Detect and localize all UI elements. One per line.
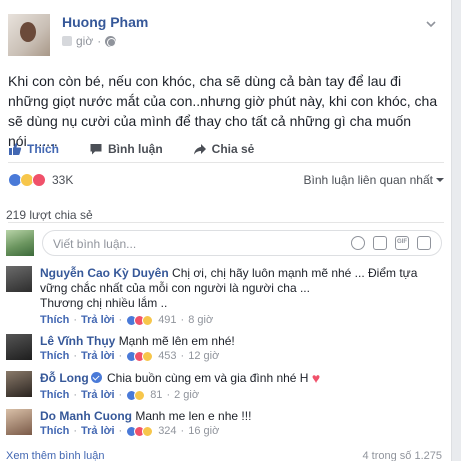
reaction-count[interactable]: 33K	[52, 173, 73, 187]
commenter-avatar[interactable]	[6, 334, 32, 360]
post-meta: giờ ·	[62, 34, 117, 48]
comment-text: Manh me len e nhe !!!	[135, 409, 252, 423]
divider	[8, 222, 444, 223]
comment-reactions-icon[interactable]	[126, 425, 154, 437]
comment-reply-button[interactable]: Trả lời	[81, 425, 115, 437]
comment-text-line2: Thương chị nhiều lắm ..	[40, 296, 168, 310]
commenter-avatar[interactable]	[6, 409, 32, 435]
comment-pagination: 4 trong số 1.275	[362, 450, 442, 461]
blurred-time-number	[62, 36, 72, 46]
commenter-name[interactable]: Lê Vĩnh Thụy	[40, 334, 115, 348]
share-icon	[193, 142, 207, 156]
comment-time[interactable]: 16 giờ	[188, 425, 219, 437]
my-avatar	[6, 230, 34, 256]
post-card: Huong Pham giờ · Khi con còn bé, nếu con…	[0, 0, 452, 461]
comment-reaction-count[interactable]: 324	[158, 425, 176, 437]
gif-icon[interactable]: GIF	[395, 236, 409, 250]
caret-down-icon	[436, 178, 444, 182]
post-time[interactable]: giờ	[76, 34, 93, 48]
commenter-name[interactable]: Nguyễn Cao Kỳ Duyên	[40, 266, 169, 280]
like-button[interactable]: Thích	[8, 142, 59, 156]
comment-time[interactable]: 8 giờ	[188, 314, 213, 326]
comment-body: Nguyễn Cao Kỳ Duyên Chị ơi, chị hãy luôn…	[40, 266, 440, 311]
globe-icon	[105, 35, 117, 47]
comment-item: Đỗ Long Chia buồn cùng em và gia đình nh…	[6, 371, 442, 401]
comment-item: Do Manh Cuong Manh me len e nhe !!! Thíc…	[6, 409, 442, 439]
author-name[interactable]: Huong Pham	[62, 14, 148, 30]
verified-badge-icon	[90, 372, 102, 383]
divider	[8, 162, 444, 163]
comment-composer: GIF	[6, 230, 442, 256]
comments-footer: Xem thêm bình luận 4 trong số 1.275	[6, 450, 442, 461]
comment-reactions-icon[interactable]	[126, 350, 154, 362]
comment-item: Lê Vĩnh Thụy Mạnh mẽ lên em nhé! Thích ·…	[6, 334, 442, 364]
commenter-name[interactable]: Do Manh Cuong	[40, 409, 132, 423]
comment-time[interactable]: 12 giờ	[188, 350, 219, 362]
comment-footer: Thích · Trả lời · 491 · 8 giờ	[40, 314, 214, 326]
view-more-comments-link[interactable]: Xem thêm bình luận	[6, 450, 104, 461]
reactions-bar: 33K Bình luận liên quan nhất	[8, 170, 444, 190]
comment-like-button[interactable]: Thích	[40, 314, 69, 326]
comment-reply-button[interactable]: Trả lời	[81, 350, 115, 362]
post-actions: Thích Bình luận Chia sẻ	[8, 136, 444, 162]
emoji-icon[interactable]	[351, 236, 365, 250]
author-avatar[interactable]	[8, 14, 50, 56]
comment-reply-button[interactable]: Trả lời	[81, 389, 115, 401]
commenter-avatar[interactable]	[6, 266, 32, 292]
comment-footer: Thích · Trả lời · 453 · 12 giờ	[40, 350, 220, 362]
like-label: Thích	[27, 142, 59, 156]
comment-reactions-icon[interactable]	[126, 314, 154, 326]
comment-button[interactable]: Bình luận	[89, 142, 163, 156]
comment-reply-button[interactable]: Trả lời	[81, 314, 115, 326]
comment-filter-dropdown[interactable]: Bình luận liên quan nhất	[304, 173, 444, 187]
comment-item: Nguyễn Cao Kỳ Duyên Chị ơi, chị hãy luôn…	[6, 266, 442, 328]
comment-reaction-count[interactable]: 81	[150, 389, 162, 401]
chevron-down-icon[interactable]	[424, 18, 438, 32]
comment-icon	[89, 142, 103, 156]
comment-like-button[interactable]: Thích	[40, 389, 69, 401]
camera-icon[interactable]	[373, 236, 387, 250]
commenter-name[interactable]: Đỗ Long	[40, 371, 89, 385]
comment-label: Bình luận	[108, 142, 163, 156]
comment-text: Chia buồn cùng em và gia đình nhé H	[107, 371, 309, 385]
love-reaction-icon[interactable]	[32, 173, 46, 187]
thumbs-up-icon	[8, 142, 22, 156]
comment-footer: Thích · Trả lời · 324 · 16 giờ	[40, 425, 220, 437]
share-label: Chia sẻ	[211, 142, 255, 156]
post-header: Huong Pham giờ ·	[8, 14, 444, 58]
comment-input-box[interactable]: GIF	[42, 230, 442, 256]
comment-like-button[interactable]: Thích	[40, 350, 69, 362]
comment-body: Đỗ Long Chia buồn cùng em và gia đình nh…	[40, 371, 440, 386]
comment-reaction-count[interactable]: 453	[158, 350, 176, 362]
comment-text: Mạnh mẽ lên em nhé!	[118, 334, 235, 348]
commenter-avatar[interactable]	[6, 371, 32, 397]
comment-body: Lê Vĩnh Thụy Mạnh mẽ lên em nhé!	[40, 334, 440, 349]
comment-time[interactable]: 2 giờ	[174, 389, 199, 401]
comment-filter-label: Bình luận liên quan nhất	[303, 173, 433, 187]
comment-reaction-count[interactable]: 491	[158, 314, 176, 326]
share-count[interactable]: 219 lượt chia sẻ	[6, 208, 93, 222]
comment-body: Do Manh Cuong Manh me len e nhe !!!	[40, 409, 440, 424]
comment-footer: Thích · Trả lời · 81 · 2 giờ	[40, 389, 200, 401]
comment-reactions-icon[interactable]	[126, 389, 146, 401]
share-button[interactable]: Chia sẻ	[193, 142, 255, 156]
comment-like-button[interactable]: Thích	[40, 425, 69, 437]
heart-emoji-icon: ♥	[311, 370, 321, 386]
comment-input[interactable]	[53, 236, 303, 252]
composer-icons: GIF	[351, 236, 431, 250]
sticker-icon[interactable]	[417, 236, 431, 250]
